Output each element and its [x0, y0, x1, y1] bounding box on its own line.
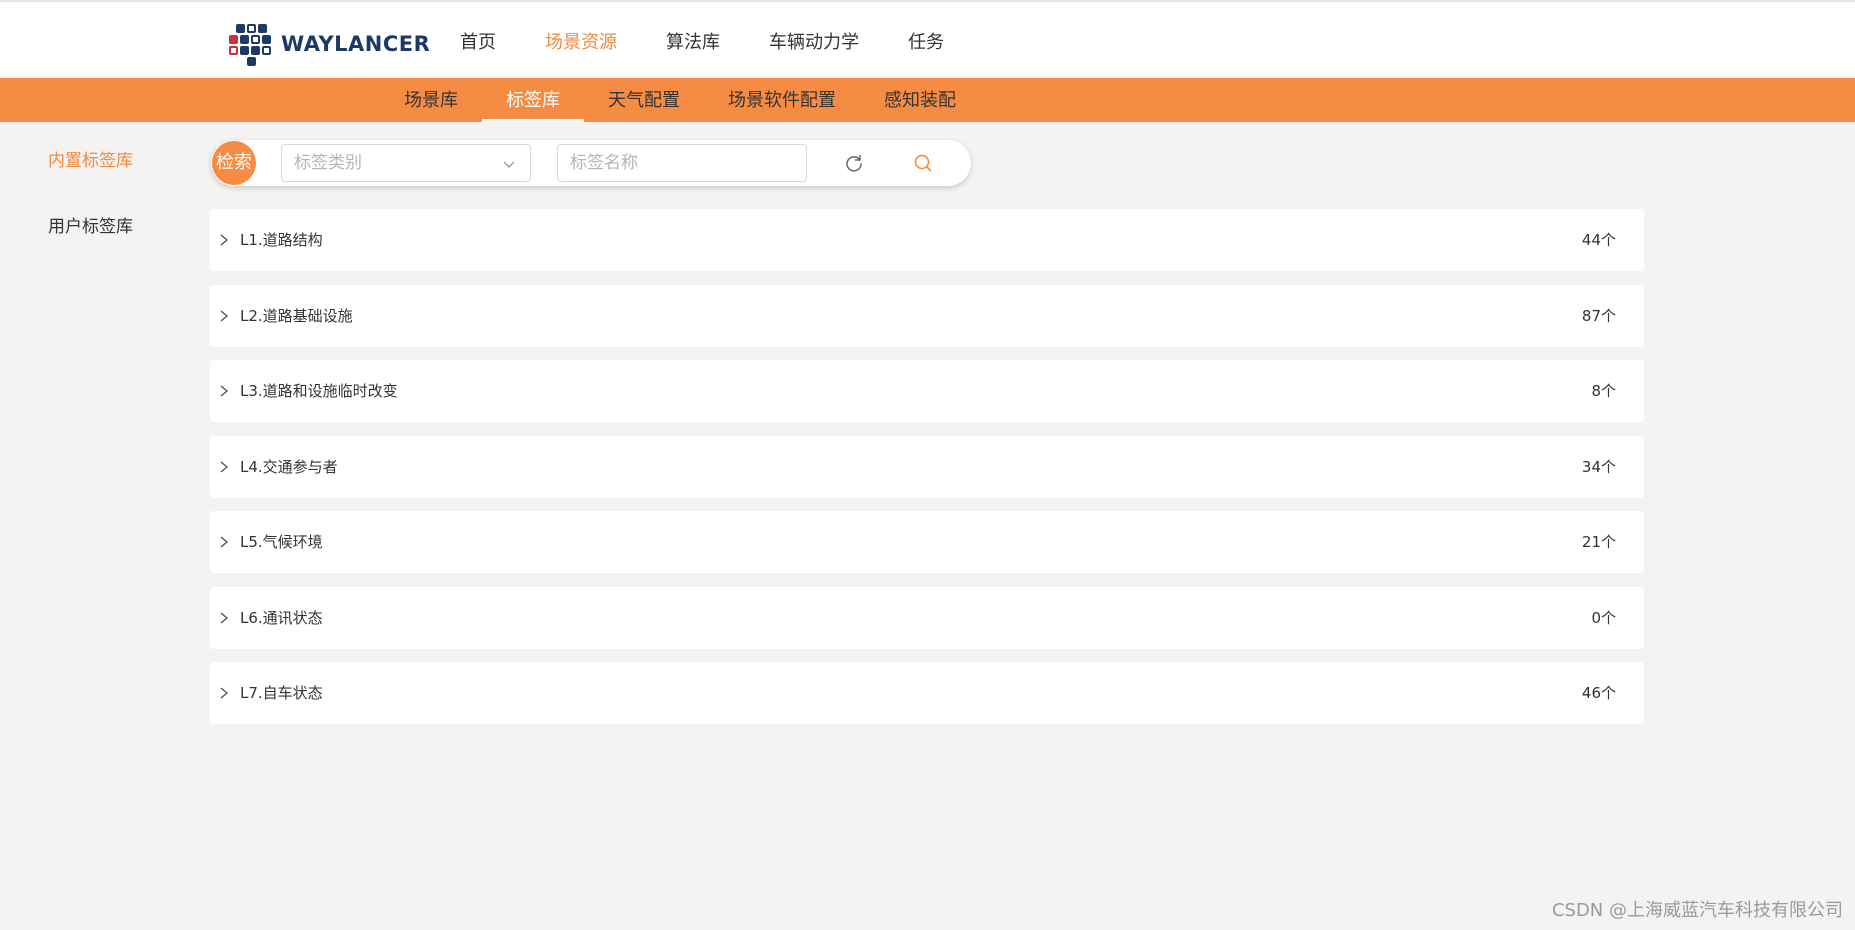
nav-item-5[interactable]: 任务 [908, 28, 944, 54]
tag-row[interactable]: L6.通讯状态 0个 [210, 586, 1644, 649]
refresh-icon[interactable] [842, 151, 866, 175]
chevron-right-icon[interactable] [218, 233, 230, 247]
tag-count: 8个 [1591, 382, 1616, 400]
sub-nav-item-3[interactable]: 天气配置 [584, 78, 704, 122]
chevron-right-icon[interactable] [218, 535, 230, 549]
tag-list: L1.道路结构 44个 L2.道路基础设施 87个 L3.道路和设施临时改变 8个 L4.交… [210, 209, 1644, 738]
sidebar-item-1[interactable]: 内置标签库 [48, 146, 208, 176]
tag-label: L2.道路基础设施 [240, 306, 353, 325]
tag-label: L3.道路和设施临时改变 [240, 382, 398, 400]
sub-nav-bar: 场景库 标签库 天气配置 场景软件配置 感知装配 [0, 78, 1855, 122]
tag-label: L5.气候环境 [240, 533, 323, 551]
tag-label: L6.通讯状态 [240, 608, 323, 627]
sidebar-item-2[interactable]: 用户标签库 [48, 212, 208, 242]
sidebar: 内置标签库用户标签库 [48, 146, 208, 278]
tag-row[interactable]: L7.自车状态 46个 [210, 662, 1644, 724]
search-bar: 检索 标签类别 [211, 140, 971, 186]
chevron-right-icon[interactable] [218, 686, 230, 700]
tag-label: L1.道路结构 [240, 231, 323, 249]
search-icon[interactable] [911, 151, 935, 175]
sub-nav-item-4[interactable]: 场景软件配置 [704, 78, 860, 122]
tag-row[interactable]: L4.交通参与者 34个 [210, 435, 1644, 498]
tag-count: 87个 [1581, 306, 1616, 325]
chevron-right-icon[interactable] [218, 611, 230, 625]
chevron-down-icon [503, 161, 515, 168]
tag-count: 21个 [1581, 533, 1616, 551]
tag-name-input[interactable] [557, 144, 807, 182]
tag-label: L7.自车状态 [240, 684, 323, 702]
watermark: CSDN @上海威蓝汽车科技有限公司 [1551, 900, 1843, 921]
sub-nav-item-1[interactable]: 场景库 [380, 78, 482, 122]
logo-text: WAYLANCER [281, 32, 431, 56]
tag-label: L4.交通参与者 [240, 457, 338, 476]
sub-nav-item-5[interactable]: 感知装配 [860, 78, 980, 122]
tag-row[interactable]: L3.道路和设施临时改变 8个 [210, 360, 1644, 422]
chevron-right-icon[interactable] [218, 309, 230, 323]
tag-row[interactable]: L1.道路结构 44个 [210, 209, 1644, 271]
tag-count: 34个 [1581, 457, 1616, 476]
tag-count: 44个 [1581, 231, 1616, 249]
nav-item-2[interactable]: 场景资源 [545, 28, 617, 54]
nav-item-3[interactable]: 算法库 [666, 28, 720, 54]
tag-category-select[interactable]: 标签类别 [281, 144, 531, 182]
tag-count: 46个 [1581, 684, 1616, 702]
tag-row[interactable]: L5.气候环境 21个 [210, 511, 1644, 573]
tag-category-placeholder: 标签类别 [294, 153, 362, 173]
top-header: WAYLANCER 首页 场景资源 算法库 车辆动力学 任务 [0, 0, 1855, 78]
search-badge[interactable]: 检索 [212, 141, 256, 185]
tag-count: 0个 [1591, 608, 1616, 627]
logo-mark-icon [229, 22, 273, 66]
tag-row[interactable]: L2.道路基础设施 87个 [210, 284, 1644, 347]
sub-nav-item-2[interactable]: 标签库 [482, 78, 584, 122]
chevron-right-icon[interactable] [218, 384, 230, 398]
sub-nav: 场景库 标签库 天气配置 场景软件配置 感知装配 [380, 78, 980, 122]
nav-item-1[interactable]: 首页 [460, 28, 496, 54]
main-nav: 首页 场景资源 算法库 车辆动力学 任务 [460, 2, 993, 80]
nav-item-4[interactable]: 车辆动力学 [769, 28, 859, 54]
chevron-right-icon[interactable] [218, 460, 230, 474]
logo[interactable]: WAYLANCER [229, 22, 430, 66]
